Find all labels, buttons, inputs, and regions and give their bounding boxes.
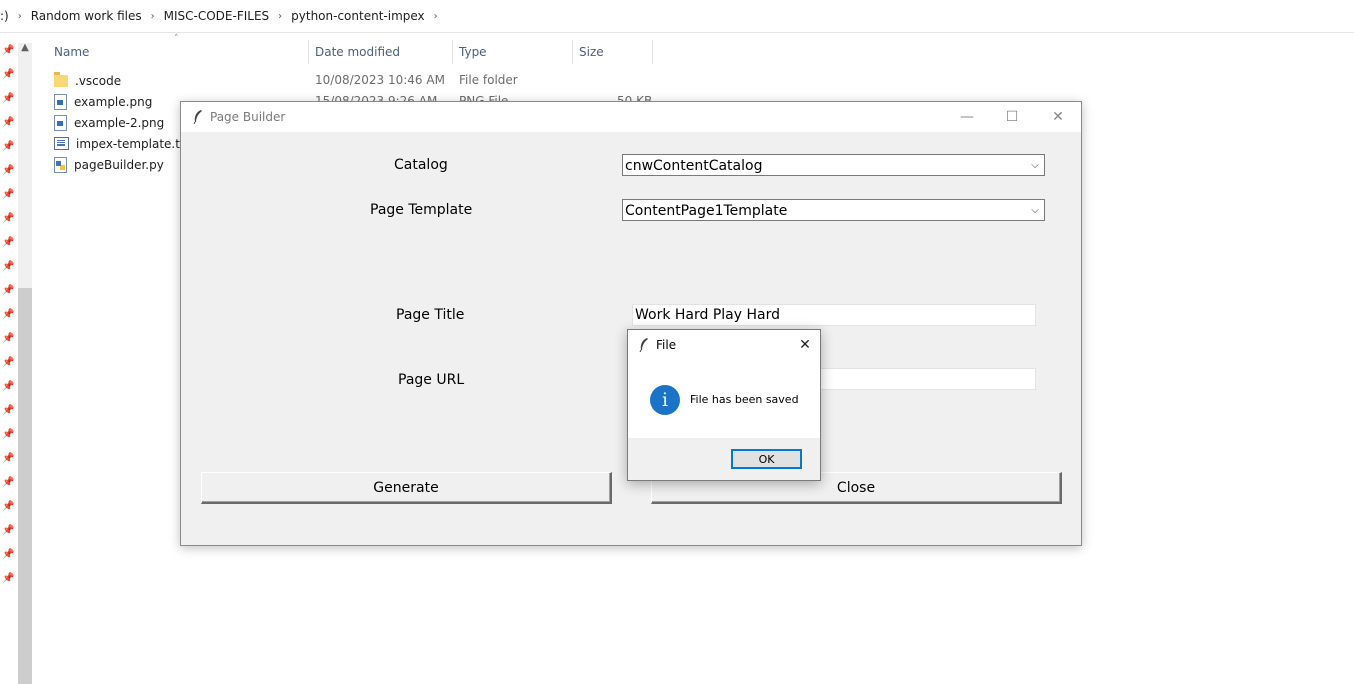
column-divider[interactable] <box>308 40 309 64</box>
pin-icon: 📌 <box>2 93 15 104</box>
info-icon: i <box>650 385 680 415</box>
pin-icon: 📌 <box>2 429 15 440</box>
file-name: example.png <box>74 94 153 109</box>
pin-icon: 📌 <box>2 237 15 248</box>
pin-icon: 📌 <box>2 45 15 56</box>
column-header-name[interactable]: Name <box>54 42 89 62</box>
generate-button[interactable]: Generate <box>201 472 612 504</box>
list-item[interactable]: impex-template.txt <box>54 133 192 154</box>
dialog-message: File has been saved <box>690 393 799 406</box>
file-name: impex-template.txt <box>76 136 192 151</box>
pin-icon: 📌 <box>2 261 15 272</box>
column-divider[interactable] <box>652 40 653 64</box>
chevron-right-icon[interactable]: › <box>151 11 155 22</box>
nav-pane-scroll-thumb[interactable] <box>18 288 32 684</box>
text-file-icon <box>54 137 69 150</box>
column-header-size[interactable]: Size <box>579 42 604 62</box>
pin-icon: 📌 <box>2 477 15 488</box>
page-template-label: Page Template <box>370 202 473 218</box>
pin-icon: 📌 <box>2 309 15 320</box>
python-file-icon <box>54 156 67 173</box>
chevron-down-icon[interactable]: ⌵ <box>1029 200 1041 222</box>
dialog-title: File <box>656 338 677 352</box>
file-date: 10/08/2023 10:46 AM <box>315 73 445 87</box>
close-icon[interactable]: ✕ <box>790 330 820 360</box>
ok-button[interactable]: OK <box>731 449 802 469</box>
pin-icon: 📌 <box>2 501 15 512</box>
file-saved-dialog: File ✕ i File has been saved OK <box>627 329 821 481</box>
pin-icon: 📌 <box>2 213 15 224</box>
breadcrumb-item-misc-code-files[interactable]: MISC-CODE-FILES <box>164 9 270 23</box>
breadcrumb: :) › Random work files › MISC-CODE-FILES… <box>0 0 1354 33</box>
quick-access-pin-strip: ▲ 📌 📌 📌 📌 📌 📌 📌 📌 📌 📌 📌 📌 📌 📌 📌 📌 📌 📌 📌 … <box>0 33 33 684</box>
maximize-icon[interactable]: ☐ <box>989 102 1035 132</box>
pin-icon: 📌 <box>2 117 15 128</box>
page-title-label: Page Title <box>396 307 465 323</box>
pin-icon: 📌 <box>2 69 15 80</box>
title-bar[interactable]: Page Builder — ☐ ✕ <box>181 102 1081 132</box>
pin-icon: 📌 <box>2 381 15 392</box>
column-header-date-modified[interactable]: Date modified <box>315 42 400 62</box>
pin-icon: 📌 <box>2 285 15 296</box>
pin-icon: 📌 <box>2 357 15 368</box>
file-name: example-2.png <box>74 115 165 130</box>
image-file-icon <box>54 93 67 110</box>
page-template-select-value: ContentPage1Template <box>625 203 788 219</box>
pin-icon: 📌 <box>2 189 15 200</box>
catalog-label: Catalog <box>394 157 448 173</box>
window-title: Page Builder <box>210 110 286 124</box>
file-name: .vscode <box>75 73 122 88</box>
breadcrumb-item-python-content-impex[interactable]: python-content-impex <box>291 9 425 23</box>
sort-ascending-icon: ˄ <box>174 34 179 44</box>
catalog-select[interactable]: cnwContentCatalog ⌵ <box>622 154 1045 176</box>
folder-icon <box>54 71 68 87</box>
close-icon[interactable]: ✕ <box>1035 102 1081 132</box>
page-template-select[interactable]: ContentPage1Template ⌵ <box>622 199 1045 221</box>
file-type: File folder <box>459 73 518 87</box>
file-name: pageBuilder.py <box>74 157 164 172</box>
pin-icon: 📌 <box>2 549 15 560</box>
tk-feather-icon <box>193 110 202 124</box>
breadcrumb-item-random-work-files[interactable]: Random work files <box>31 9 142 23</box>
list-item[interactable]: example-2.png <box>54 112 164 133</box>
page-title-input[interactable]: Work Hard Play Hard <box>632 304 1036 326</box>
dialog-footer: OK <box>628 438 820 480</box>
pin-icon: 📌 <box>2 333 15 344</box>
pin-icon: 📌 <box>2 405 15 416</box>
pin-icon: 📌 <box>2 453 15 464</box>
column-divider[interactable] <box>452 40 453 64</box>
chevron-down-icon[interactable]: ⌵ <box>1029 155 1041 177</box>
catalog-select-value: cnwContentCatalog <box>625 158 763 174</box>
pin-icon: 📌 <box>2 141 15 152</box>
pin-icon: 📌 <box>2 165 15 176</box>
image-file-icon <box>54 114 67 131</box>
list-item[interactable]: pageBuilder.py <box>54 154 164 175</box>
tk-feather-icon <box>639 338 648 352</box>
column-divider[interactable] <box>572 40 573 64</box>
list-item[interactable]: example.png <box>54 91 152 112</box>
breadcrumb-item-drive[interactable]: :) <box>0 9 9 23</box>
column-header-type[interactable]: Type <box>459 42 487 62</box>
chevron-right-icon[interactable]: › <box>278 11 282 22</box>
list-item[interactable]: .vscode <box>54 70 121 91</box>
page-url-label: Page URL <box>398 372 465 388</box>
chevron-right-icon[interactable]: › <box>18 11 22 22</box>
minimize-icon[interactable]: — <box>944 102 990 132</box>
pin-icon: 📌 <box>2 525 15 536</box>
pin-icon: 📌 <box>2 573 15 584</box>
scroll-up-icon[interactable]: ▲ <box>18 42 32 56</box>
chevron-right-icon[interactable]: › <box>434 11 438 22</box>
